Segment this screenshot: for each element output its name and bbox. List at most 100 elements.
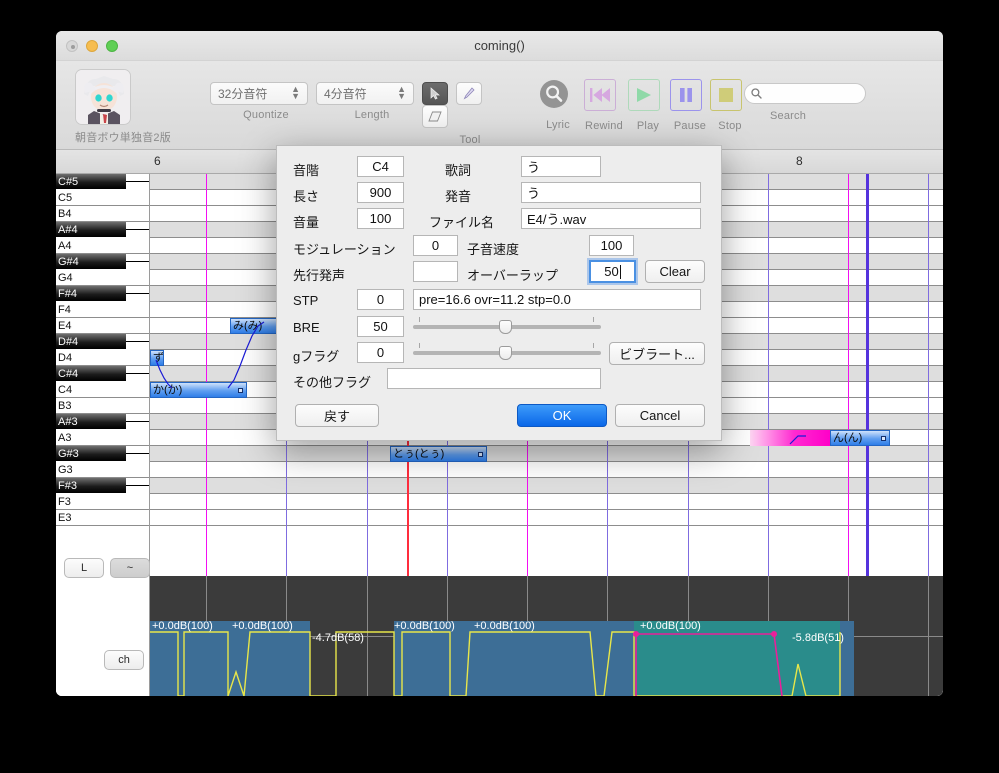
grid-row[interactable] [150, 510, 943, 526]
lyric-label: Lyric [546, 119, 570, 131]
chevron-updown-icon: ▲ ▼ [397, 84, 406, 101]
grid-row[interactable] [150, 462, 943, 478]
cancel-button[interactable]: Cancel [615, 404, 705, 427]
piano-key-Fsharp3[interactable]: F#3 [56, 478, 149, 494]
note-lyric: ん(ん) [833, 432, 863, 444]
piano-key-label: C4 [58, 384, 73, 396]
gflag-field[interactable]: 0 [357, 342, 404, 363]
piano-key-Asharp4[interactable]: A#4 [56, 222, 149, 238]
clear-button[interactable]: Clear [645, 260, 705, 283]
piano-key-Csharp4[interactable]: C#4 [56, 366, 149, 382]
consonant-velocity-field[interactable]: 100 [589, 235, 634, 256]
piano-key-Dsharp4[interactable]: D#4 [56, 334, 149, 350]
gflag-value: 0 [376, 345, 385, 360]
search-field[interactable] [766, 85, 858, 102]
quantize-value: 32分音符 [218, 87, 268, 101]
bre-slider-knob[interactable] [499, 320, 512, 334]
piano-key-Fsharp4[interactable]: F#4 [56, 286, 149, 302]
lyric-field[interactable]: う [521, 156, 601, 177]
voicebank-group[interactable]: 朝音ボウ単独音2版 [75, 69, 171, 145]
vibrato-button[interactable]: ビブラート... [609, 342, 705, 365]
piano-key-G3[interactable]: G3 [56, 462, 149, 478]
piano-key-label: B4 [58, 208, 72, 220]
length-group: 4分音符 ▲ ▼ Length [316, 82, 428, 121]
note-0[interactable]: ず(ず) [150, 350, 164, 366]
toolbar: 朝音ボウ単独音2版 32分音符 ▲ ▼ Quontize 4分音符 ▲ ▼ Leng… [56, 61, 943, 150]
note-resize-handle[interactable] [478, 452, 483, 457]
piano-key-F4[interactable]: F4 [56, 302, 149, 318]
filename-field[interactable]: E4/う.wav [521, 208, 701, 229]
grid-row[interactable] [150, 446, 943, 462]
piano-key-E4[interactable]: E4 [56, 318, 149, 334]
quantize-label: Quontize [243, 109, 289, 121]
cursor-arrow-icon [430, 87, 440, 100]
note-4[interactable]: ん(ん) [830, 430, 890, 446]
modulation-field[interactable]: 0 [413, 235, 458, 256]
preutterance-label: 先行発声 [293, 268, 346, 283]
grid-row[interactable] [150, 494, 943, 510]
piano-key-C4[interactable]: C4 [56, 382, 149, 398]
slider-tick-max [593, 317, 594, 322]
envelope-bar [750, 430, 830, 446]
piano-key-A3[interactable]: A3 [56, 430, 149, 446]
note-resize-handle[interactable] [881, 436, 886, 441]
mode-tilde-button[interactable]: ~ [110, 558, 150, 578]
voicebank-avatar[interactable] [75, 69, 131, 125]
pitch-field[interactable]: C4 [357, 156, 404, 177]
pencil-tool-button[interactable] [456, 82, 483, 105]
note-1[interactable]: か(か) [150, 382, 247, 398]
bre-field[interactable]: 50 [357, 316, 404, 337]
slider-tick-max [593, 343, 594, 348]
overlap-field[interactable]: 50 [589, 260, 636, 283]
piano-key-G4[interactable]: G4 [56, 270, 149, 286]
piano-key-F3[interactable]: F3 [56, 494, 149, 510]
pronunciation-field[interactable]: う [521, 182, 701, 203]
gflag-slider[interactable] [413, 342, 601, 363]
rewind-button[interactable] [584, 79, 616, 111]
piano-key-A4[interactable]: A4 [56, 238, 149, 254]
gflag-slider-knob[interactable] [499, 346, 512, 360]
piano-key-B3[interactable]: B3 [56, 398, 149, 414]
length-select[interactable]: 4分音符 ▲ ▼ [316, 82, 414, 105]
piano-key-D4[interactable]: D4 [56, 350, 149, 366]
quantize-select[interactable]: 32分音符 ▲ ▼ [210, 82, 308, 105]
ok-button[interactable]: OK [517, 404, 607, 427]
note-resize-handle[interactable] [238, 388, 243, 393]
piano-key-Gsharp3[interactable]: G#3 [56, 446, 149, 462]
piano-key-C5[interactable]: C5 [56, 190, 149, 206]
volume-field[interactable]: 100 [357, 208, 404, 229]
piano-key-Asharp3[interactable]: A#3 [56, 414, 149, 430]
play-button[interactable] [628, 79, 660, 111]
eraser-tool-button[interactable] [422, 105, 448, 128]
dynamics-pane[interactable]: +0.0dB(100) +0.0dB(100) -4.7dB(58) +0.0dB(1… [150, 576, 943, 696]
pointer-tool-button[interactable] [422, 82, 448, 105]
consonant-velocity-label: 子音速度 [467, 242, 520, 257]
mode-l-button[interactable]: L [64, 558, 104, 578]
piano-key-label: G3 [58, 464, 73, 476]
app-window: coming() 朝音ボウ単独音2版 32分音符 ▲ ▼ Quontize 4分… [56, 31, 943, 696]
piano-key-Csharp5[interactable]: C#5 [56, 174, 149, 190]
other-flags-field[interactable] [387, 368, 601, 389]
preutterance-field[interactable] [413, 261, 458, 282]
piano-key-label: F3 [58, 496, 71, 508]
length-label: 長さ [293, 189, 320, 204]
note-3[interactable]: とぅ(とぅ) [390, 446, 487, 462]
piano-key-Gsharp4[interactable]: G#4 [56, 254, 149, 270]
revert-button[interactable]: 戻す [295, 404, 379, 427]
note-properties-dialog[interactable]: 音階 C4 歌詞 う 長さ 900 発音 う 音量 100 ファイル名 E4/う… [276, 145, 722, 441]
lyric-button[interactable] [538, 78, 570, 110]
search-input[interactable] [744, 83, 866, 104]
oto-info-field[interactable]: pre=16.6 ovr=11.2 stp=0.0 [413, 289, 701, 310]
pronunciation-value: う [527, 186, 541, 201]
grid-row[interactable] [150, 478, 943, 494]
piano-key-B4[interactable]: B4 [56, 206, 149, 222]
stp-field[interactable]: 0 [357, 289, 404, 310]
length-field[interactable]: 900 [357, 182, 404, 203]
modulation-value: 0 [431, 238, 440, 253]
piano-key-E3[interactable]: E3 [56, 510, 149, 526]
channel-button[interactable]: ch [104, 650, 144, 670]
piano-keyboard[interactable]: C#5 C5 B4 A#4 A4 G#4 G4 F#4 F4 E4 D#4 D4 C#4 C4 B3 A#3 A… [56, 174, 150, 696]
bre-slider[interactable] [413, 316, 601, 337]
piano-key-label: C#4 [58, 368, 79, 380]
rewind-label: Rewind [585, 120, 623, 132]
